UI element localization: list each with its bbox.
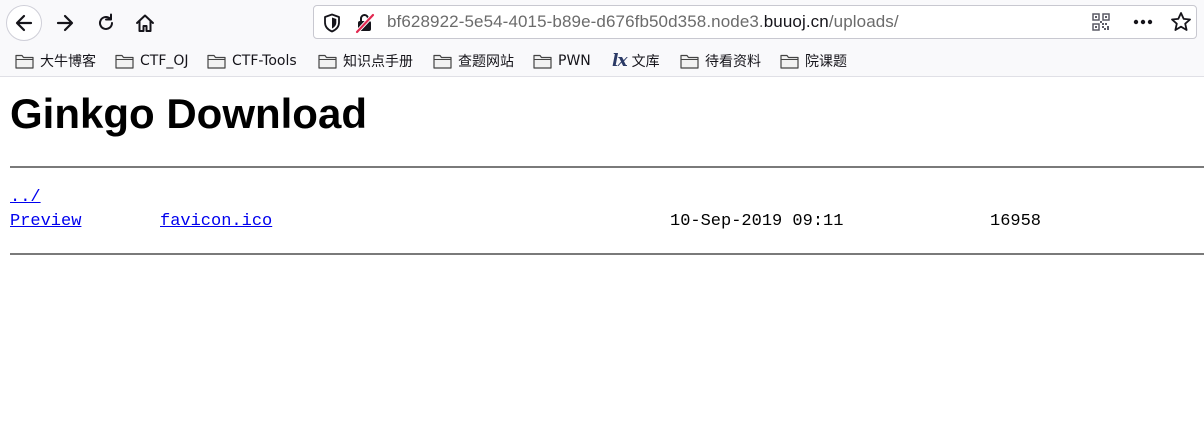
bookmark-folder-dashen-blog[interactable]: 大牛博客 [15, 50, 96, 72]
bookmark-folder-to-read[interactable]: 待看资料 [680, 50, 761, 72]
bookmark-folder-course-topics[interactable]: 院课题 [780, 50, 847, 72]
bookmark-label: 院课题 [805, 54, 847, 70]
folder-icon [433, 54, 452, 69]
reload-icon [99, 13, 113, 30]
home-button[interactable] [127, 5, 163, 41]
page-title: Ginkgo Download [10, 90, 367, 137]
browser-toolbar: bf628922-5e54-4015-b89e-d676fb50d358.nod… [0, 0, 1204, 46]
bookmark-folder-ctf-oj[interactable]: CTF_OJ [115, 50, 189, 72]
preview-link[interactable]: Preview [10, 212, 81, 231]
insecure-lock-icon[interactable] [355, 12, 375, 34]
star-icon[interactable] [1170, 11, 1192, 33]
qr-code-icon[interactable] [1092, 13, 1110, 31]
bookmark-folder-knowledge-manual[interactable]: 知识点手册 [318, 50, 413, 72]
bookmark-label: CTF-Tools [232, 53, 297, 69]
bottom-divider [10, 253, 1204, 255]
folder-icon [318, 54, 337, 69]
file-link[interactable]: favicon.ico [160, 212, 272, 231]
folder-icon [680, 54, 699, 69]
back-button[interactable] [6, 5, 42, 41]
file-date: 10-Sep-2019 09:11 [670, 212, 844, 231]
file-name-cell: favicon.ico [160, 212, 272, 231]
parent-directory-link[interactable]: ../ [10, 188, 41, 207]
bookmark-folder-search-sites[interactable]: 查题网站 [433, 50, 514, 72]
parent-directory-row: ../ [10, 188, 41, 207]
top-divider [10, 166, 1204, 168]
folder-icon [207, 54, 226, 69]
bookmarks-bar: 大牛博客 CTF_OJ CTF-Tools 知识点手册 查题网站 PWN lx … [0, 46, 1204, 77]
lx-icon: lx [612, 51, 628, 71]
bookmark-label: 待看资料 [705, 54, 761, 70]
home-icon [136, 14, 154, 32]
forward-button[interactable] [47, 5, 83, 41]
folder-icon [533, 54, 552, 69]
bookmark-label: 文库 [631, 54, 660, 70]
bookmark-label: 大牛博客 [40, 54, 96, 70]
url-text[interactable]: bf628922-5e54-4015-b89e-d676fb50d358.nod… [387, 12, 899, 32]
folder-icon [115, 54, 134, 69]
url-prefix: bf628922-5e54-4015-b89e-d676fb50d358.nod… [387, 12, 764, 31]
file-size: 16958 [990, 212, 1042, 231]
url-path: /uploads/ [828, 12, 899, 31]
bookmark-label: 知识点手册 [343, 54, 413, 70]
folder-icon [780, 54, 799, 69]
forward-arrow-icon [56, 14, 74, 32]
more-actions-icon[interactable] [1132, 14, 1154, 30]
reload-button[interactable] [88, 5, 124, 41]
bookmark-label: PWN [558, 53, 591, 69]
file-preview-cell: Preview [10, 212, 81, 231]
bookmark-wenku[interactable]: lx 文库 [612, 50, 660, 72]
bookmark-folder-ctf-tools[interactable]: CTF-Tools [207, 50, 297, 72]
shield-icon[interactable] [323, 13, 341, 33]
url-domain: buuoj.cn [763, 12, 829, 31]
address-bar[interactable]: bf628922-5e54-4015-b89e-d676fb50d358.nod… [313, 5, 1197, 39]
bookmark-folder-pwn[interactable]: PWN [533, 50, 591, 72]
folder-icon [15, 54, 34, 69]
back-arrow-icon [15, 14, 33, 32]
bookmark-label: CTF_OJ [140, 53, 189, 69]
bookmark-label: 查题网站 [458, 54, 514, 70]
